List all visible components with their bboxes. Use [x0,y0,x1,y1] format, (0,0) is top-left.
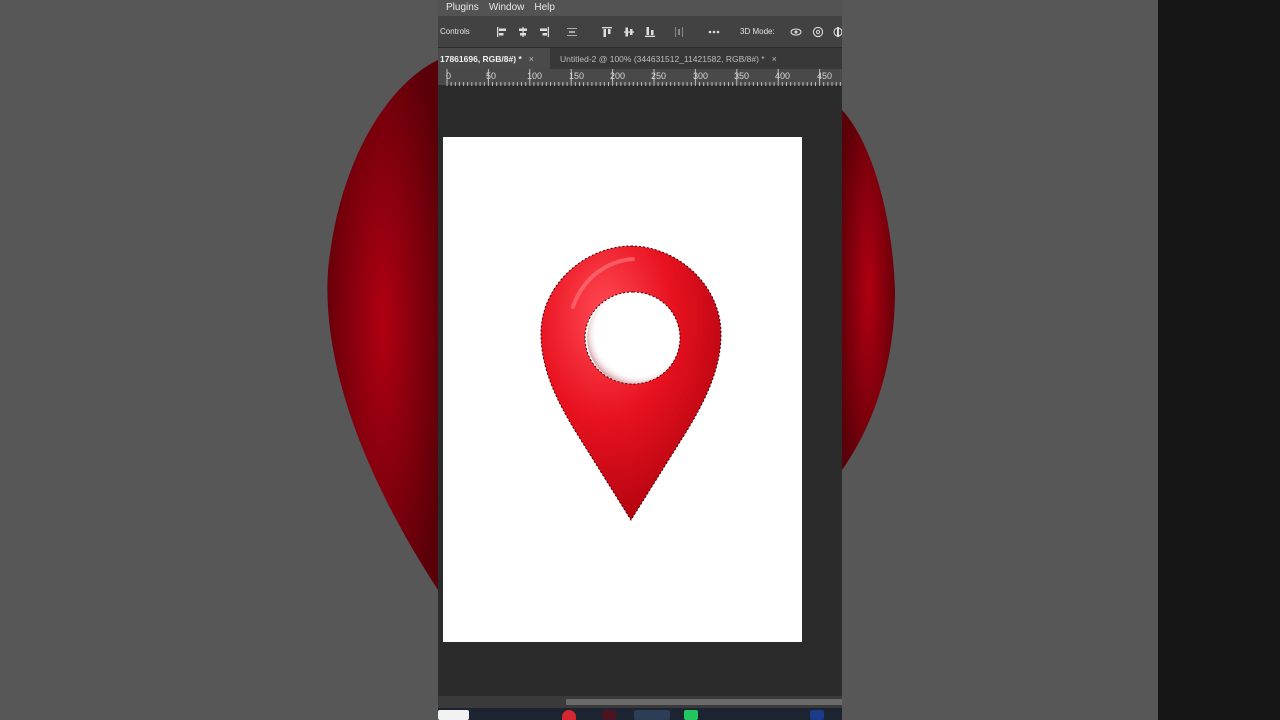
align-top-icon[interactable] [601,26,613,38]
app-taskbar-icon[interactable] [602,710,616,720]
3d-orbit-icon[interactable] [790,26,802,38]
ruler-label: 150 [569,71,585,81]
ruler-label: 200 [610,71,626,81]
3d-mode-label: 3D Mode: [740,27,775,36]
background-pin-right [842,110,895,470]
document-canvas[interactable] [443,137,802,642]
options-bar: Controls 3D Mode: [438,16,842,48]
more-options-icon[interactable] [708,26,720,38]
ruler-label: 300 [693,71,709,81]
start-button[interactable] [438,710,469,720]
align-left-icon[interactable] [496,26,508,38]
align-right-icon[interactable] [538,26,550,38]
blue-app-taskbar-icon[interactable] [810,710,824,720]
menu-window[interactable]: Window [489,0,525,16]
windows-taskbar [438,708,842,720]
align-center-horizontal-icon[interactable] [517,26,529,38]
menu-bar: Plugins Window Help [438,0,842,16]
menu-plugins[interactable]: Plugins [446,0,479,16]
align-middle-vertical-icon[interactable] [623,26,635,38]
ruler-label: 250 [651,71,667,81]
red-location-pin-icon[interactable] [443,137,802,642]
scrollbar-thumb[interactable] [566,699,842,705]
horizontal-scrollbar[interactable] [438,696,842,708]
chrome-taskbar-icon[interactable] [562,710,576,720]
ruler-label: 450 [817,71,833,81]
tab-label: 17861696, RGB/8#) * [440,53,522,64]
pin-hole-shadow [587,292,679,384]
photoshop-window: Plugins Window Help Controls 3D Mode: 17… [438,0,842,720]
document-tab-bar: 17861696, RGB/8#) * × Untitled-2 @ 100% … [438,48,842,69]
background-pin-left [327,60,438,590]
align-bottom-icon[interactable] [644,26,656,38]
horizontal-ruler[interactable]: 0 50 100 150 200 250 300 350 400 450 [438,69,842,86]
ruler-label: 100 [527,71,543,81]
ruler-label: 50 [486,71,497,81]
tab-document-untitled-2[interactable]: Untitled-2 @ 100% (344631512_11421582, R… [552,48,842,69]
show-transform-controls-label[interactable]: Controls [440,27,470,36]
3d-roll-icon[interactable] [812,26,824,38]
canvas-workspace[interactable] [438,86,842,696]
tab-document-1[interactable]: 17861696, RGB/8#) * × [438,48,550,69]
ruler-label: 0 [446,71,452,81]
close-icon[interactable]: × [772,54,777,64]
distribute-vertical-icon[interactable] [673,26,685,38]
close-icon[interactable]: × [529,54,534,64]
ruler-label: 350 [734,71,750,81]
tab-label: Untitled-2 @ 100% (344631512_11421582, R… [560,53,765,64]
green-app-taskbar-icon[interactable] [684,710,698,720]
distribute-horizontal-icon[interactable] [566,26,578,38]
ruler-label: 400 [775,71,791,81]
3d-pan-icon[interactable] [832,26,842,38]
menu-help[interactable]: Help [534,0,555,16]
photoshop-taskbar-icon[interactable] [634,710,670,720]
